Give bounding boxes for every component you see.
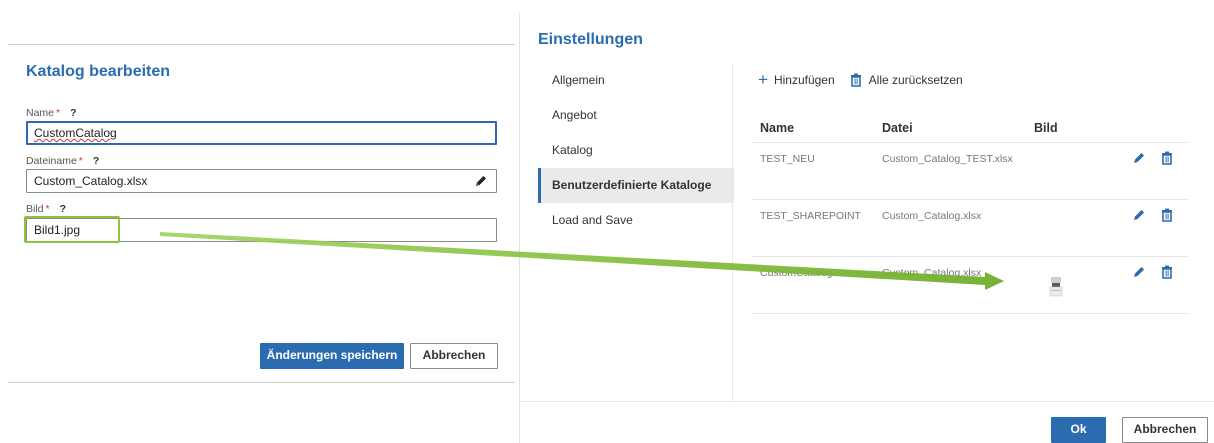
nav-item-custom-catalogs[interactable]: Benutzerdefinierte Kataloge [538,168,734,203]
image-field-label: Bild *? [26,203,67,215]
edit-catalog-panel: Katalog bearbeiten Name *? CustomCatalog … [8,44,515,383]
row-file: Custom_Catalog_TEST.xlsx [882,153,1013,165]
table-row: TEST_NEU Custom_Catalog_TEST.xlsx [752,143,1189,200]
required-marker: * [45,203,50,215]
ok-button[interactable]: Ok [1051,417,1106,443]
row-name: TEST_NEU [760,153,815,165]
edit-pencil-icon[interactable] [1132,151,1146,165]
settings-cancel-button[interactable]: Abbrechen [1122,417,1208,443]
name-help-icon[interactable]: ? [70,107,76,119]
edit-pencil-icon[interactable] [1132,265,1146,279]
row-name: TEST_SHAREPOINT [760,210,861,222]
cancel-button[interactable]: Abbrechen [410,343,498,369]
row-file: Custom_Catalog.xlsx [882,210,982,222]
name-input[interactable]: CustomCatalog [26,121,497,145]
column-header-name: Name [760,120,795,135]
required-marker: * [56,107,61,119]
nav-item-load-save[interactable]: Load and Save [538,203,734,238]
column-header-file: Datei [882,120,913,135]
catalog-table: Name Datei Bild TEST_NEU Custom_Catalog_… [752,113,1189,314]
nav-item-allgemein[interactable]: Allgemein [538,63,734,98]
nav-item-angebot[interactable]: Angebot [538,98,734,133]
trash-icon[interactable] [1160,151,1174,165]
image-help-icon[interactable]: ? [60,203,66,215]
file-field-label: Dateiname *? [26,155,100,167]
required-marker: * [78,155,83,167]
file-help-icon[interactable]: ? [93,155,99,167]
reset-all-button[interactable]: Alle zurücksetzen [849,73,963,87]
table-row: TEST_SHAREPOINT Custom_Catalog.xlsx [752,200,1189,257]
table-header: Name Datei Bild [752,113,1189,143]
name-field-label: Name *? [26,107,77,119]
settings-panel: Einstellungen Allgemein Angebot Katalog … [519,13,1214,443]
save-changes-button[interactable]: Änderungen speichern [260,343,404,369]
footer-divider [520,401,1214,402]
trash-icon [850,73,861,87]
plus-icon: + [758,70,768,89]
trash-icon[interactable] [1160,265,1174,279]
settings-title: Einstellungen [538,31,643,48]
add-button[interactable]: + Hinzufügen [758,70,835,89]
edit-pencil-icon[interactable] [474,174,488,188]
row-file: Custom_Catalog.xlsx [882,267,982,279]
annotation-highlight-box [24,216,120,243]
file-name-input[interactable]: Custom_Catalog.xlsx [26,169,497,193]
settings-nav: Allgemein Angebot Katalog Benutzerdefini… [538,63,734,238]
printer-thumbnail-image [1049,277,1063,297]
nav-item-katalog[interactable]: Katalog [538,133,734,168]
catalog-toolbar: + Hinzufügen Alle zurücksetzen [758,70,963,89]
table-row: CustomCatalog Custom_Catalog.xlsx [752,257,1189,314]
trash-icon[interactable] [1160,208,1174,222]
edit-panel-title: Katalog bearbeiten [26,63,171,80]
nav-divider [732,63,733,401]
edit-pencil-icon[interactable] [1132,208,1146,222]
column-header-image: Bild [1034,120,1058,135]
row-name: CustomCatalog [760,267,833,279]
